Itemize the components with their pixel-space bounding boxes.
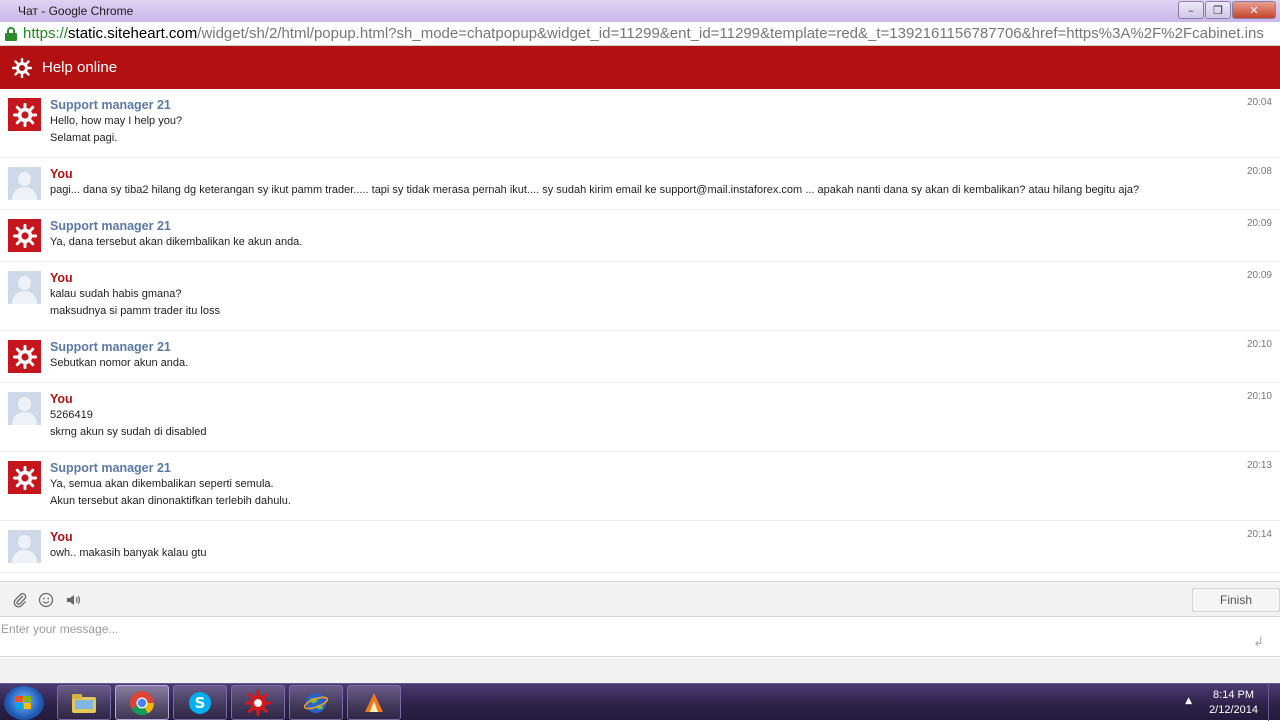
tray-expand-icon[interactable]: ▲ [1185, 696, 1192, 706]
smiley-icon[interactable] [38, 592, 54, 608]
message-time: 20:08 [1246, 166, 1272, 177]
minimize-button[interactable]: – [1178, 1, 1204, 19]
show-desktop-button[interactable] [1268, 684, 1280, 721]
chat-toolbar: Finish [0, 581, 1280, 617]
globe-icon [303, 692, 329, 713]
message-author: Support manager 21 [50, 340, 171, 354]
window-titlebar: Чат - Google Chrome – ❐ ✕ [0, 0, 1280, 22]
message-item: You kalau sudah habis gmana? maksudnya si … [0, 262, 1280, 331]
message-input-area: ↲ [0, 617, 1280, 657]
message-author: Support manager 21 [50, 461, 171, 475]
taskbar-siteheart-button[interactable] [231, 685, 285, 720]
message-text: Akun tersebut akan dinonaktifkan terlebi… [50, 495, 291, 507]
start-button[interactable] [4, 686, 44, 720]
user-avatar-icon [8, 530, 41, 563]
address-bar[interactable]: https://static.siteheart.com/widget/sh/2… [0, 22, 1280, 46]
folder-icon [72, 693, 96, 713]
taskbar-orange-app-button[interactable] [347, 685, 401, 720]
enter-icon: ↲ [1253, 635, 1264, 650]
message-text: maksudnya si pamm trader itu loss [50, 305, 220, 317]
url-text: https://static.siteheart.com/widget/sh/2… [23, 25, 1264, 42]
chat-header: Help online [0, 46, 1280, 89]
support-avatar-icon [8, 461, 41, 494]
orange-app-icon [365, 692, 383, 712]
message-list[interactable]: Support manager 21 Hello, how may I help … [0, 89, 1280, 581]
clock-date: 2/12/2014 [1209, 704, 1258, 716]
paperclip-icon[interactable] [12, 592, 28, 608]
speaker-icon[interactable] [65, 592, 81, 608]
message-text: Ya, semua akan dikembalikan seperti semu… [50, 478, 274, 490]
message-item: Support manager 21 Sebutkan nomor akun an… [0, 331, 1280, 383]
header-title: Help online [42, 59, 118, 76]
message-time: 20:10 [1246, 339, 1272, 350]
window-controls: – ❐ ✕ [1178, 1, 1276, 19]
url-host: static.siteheart.com [68, 25, 198, 42]
system-clock[interactable]: 8:14 PM 2/12/2014 [1209, 688, 1258, 718]
message-time: 20:10 [1246, 391, 1272, 402]
windows-logo-icon [16, 696, 32, 710]
url-scheme: https:// [23, 25, 69, 42]
message-text: Ya, dana tersebut akan dikembalikan ke a… [50, 236, 303, 248]
message-text: Selamat pagi. [50, 132, 118, 144]
siteheart-logo-icon [12, 57, 32, 78]
taskbar-skype-button[interactable]: S [173, 685, 227, 720]
taskbar-globe-button[interactable] [289, 685, 343, 720]
user-avatar-icon [8, 167, 41, 200]
user-avatar-icon [8, 392, 41, 425]
message-item: Support manager 21 Hello, how may I help … [0, 89, 1280, 158]
message-text: Sebutkan nomor akun anda. [50, 357, 189, 369]
message-item: You 5266419 skrng akun sy sudah di disable… [0, 383, 1280, 452]
window-title: Чат - Google Chrome [18, 4, 134, 18]
user-avatar-icon [8, 271, 41, 304]
message-time: 20:09 [1246, 270, 1272, 281]
message-text: Hello, how may I help you? [50, 115, 183, 127]
message-text: kalau sudah habis gmana? [50, 288, 182, 300]
skype-icon: S [189, 691, 211, 714]
message-time: 20:09 [1246, 218, 1272, 229]
message-author: Support manager 21 [50, 219, 171, 233]
message-text: 5266419 [50, 409, 93, 421]
clock-time: 8:14 PM [1213, 689, 1255, 701]
message-time: 20:14 [1246, 529, 1272, 540]
message-author: You [50, 167, 73, 181]
message-time: 20:13 [1246, 460, 1272, 471]
message-item: Support manager 21 Ya, semua akan dikemba… [0, 452, 1280, 521]
message-author: You [50, 530, 73, 544]
windows-taskbar: S ▲ 8:14 PM 2/12/2014 [0, 683, 1280, 721]
message-author: You [50, 392, 73, 406]
message-time: 20:04 [1246, 97, 1272, 108]
support-avatar-icon [8, 340, 41, 373]
message-author: Support manager 21 [50, 98, 171, 112]
siteheart-app-icon [245, 689, 271, 716]
support-avatar-icon [8, 98, 41, 131]
url-path: /widget/sh/2/html/popup.html?sh_mode=cha… [197, 25, 1264, 42]
svg-text:S: S [195, 694, 206, 712]
close-button[interactable]: ✕ [1232, 1, 1276, 19]
message-text: owh.. makasih banyak kalau gtu [50, 547, 207, 559]
maximize-button[interactable]: ❐ [1205, 1, 1231, 19]
message-text: skrng akun sy sudah di disabled [50, 426, 207, 438]
message-input[interactable] [0, 619, 1240, 653]
support-avatar-icon [8, 219, 41, 252]
page-bottom-area [0, 658, 1280, 683]
lock-icon [5, 26, 17, 41]
message-item: Support manager 21 Ya, dana tersebut akan… [0, 210, 1280, 262]
taskbar-explorer-button[interactable] [57, 685, 111, 720]
message-author: You [50, 271, 73, 285]
message-item: You owh.. makasih banyak kalau gtu 20:14 [0, 521, 1280, 573]
finish-button[interactable]: Finish [1192, 588, 1280, 612]
message-item: You pagi... dana sy tiba2 hilang dg keter… [0, 158, 1280, 210]
message-text: pagi... dana sy tiba2 hilang dg keterang… [50, 184, 1140, 196]
taskbar-chrome-button[interactable] [115, 685, 169, 720]
chrome-icon [130, 690, 154, 715]
